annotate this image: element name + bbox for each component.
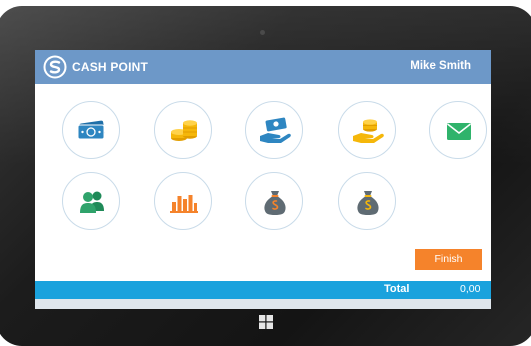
coin-payment-tile[interactable] xyxy=(338,101,396,159)
total-bar: Total 0,00 xyxy=(35,281,491,299)
total-label: Total xyxy=(384,283,410,295)
tablet-frame: CASH POINT Mike Smith Finish Total 0,00 xyxy=(0,6,531,346)
cash-withdrawal-tile[interactable] xyxy=(245,101,303,159)
money-bag-tile-2[interactable] xyxy=(338,172,396,230)
money-bag-tile-1[interactable] xyxy=(245,172,303,230)
money-bag-icon xyxy=(357,191,379,215)
users-icon xyxy=(80,191,104,213)
coins-tile[interactable] xyxy=(154,101,212,159)
cash-in-hand-icon xyxy=(260,117,291,143)
app-title: CASH POINT xyxy=(72,60,149,74)
reports-tile[interactable] xyxy=(154,172,212,230)
banknotes-icon xyxy=(77,120,105,140)
cashpoint-logo-icon xyxy=(43,55,67,79)
total-value: 0,00 xyxy=(460,283,481,295)
windows-logo-icon[interactable] xyxy=(259,315,273,329)
money-bag-icon xyxy=(264,191,286,215)
message-tile[interactable] xyxy=(429,101,487,159)
app-header: CASH POINT Mike Smith xyxy=(35,50,491,84)
bar-chart-icon xyxy=(170,195,198,213)
finish-button[interactable]: Finish xyxy=(415,249,482,270)
user-name[interactable]: Mike Smith xyxy=(410,60,471,72)
envelope-icon xyxy=(447,123,471,140)
app-screen: CASH POINT Mike Smith Finish Total 0,00 xyxy=(35,50,491,309)
customers-tile[interactable] xyxy=(62,172,120,230)
bottom-strip xyxy=(35,299,491,309)
coins-stack-icon xyxy=(171,120,197,141)
coins-in-hand-icon xyxy=(353,119,384,143)
camera-icon xyxy=(260,30,265,35)
banknotes-tile[interactable] xyxy=(62,101,120,159)
